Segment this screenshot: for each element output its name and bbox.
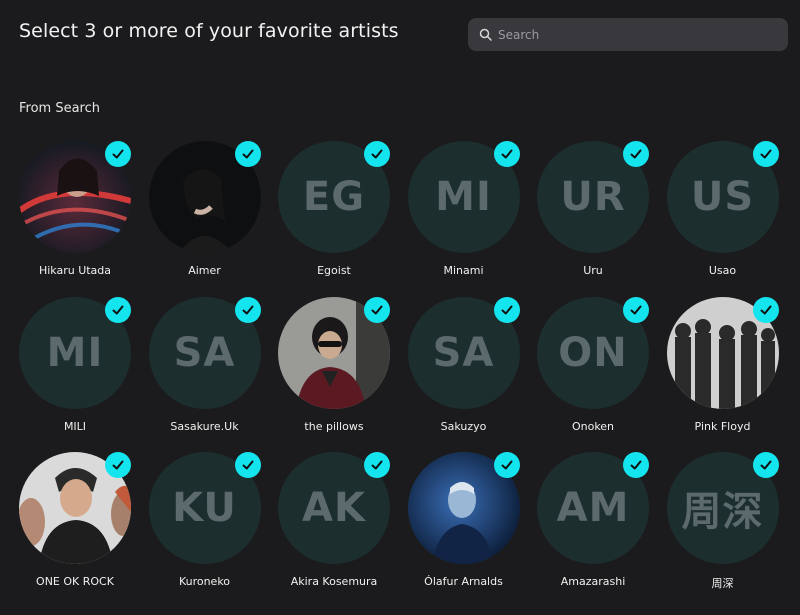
artist-card[interactable]: EG Egoist bbox=[278, 141, 390, 296]
artist-card[interactable]: Aimer bbox=[148, 141, 261, 296]
artist-name: Pink Floyd bbox=[694, 419, 751, 433]
artist-initials: US bbox=[690, 174, 755, 220]
artist-name: 周深 bbox=[711, 577, 734, 590]
artist-card[interactable]: Hikaru Utada bbox=[19, 141, 131, 296]
artist-initials: ON bbox=[558, 329, 628, 376]
artist-card[interactable]: MI MILI bbox=[19, 296, 131, 452]
artist-initials: SA bbox=[173, 329, 236, 376]
artist-name: Kuroneko bbox=[178, 575, 231, 588]
artist-card[interactable]: Ólafur Arnalds bbox=[407, 452, 520, 607]
artist-card[interactable]: AK Akira Kosemura bbox=[278, 452, 390, 607]
search-input[interactable] bbox=[498, 18, 778, 51]
artist-initials: 周深 bbox=[681, 489, 764, 535]
artist-name: ONE OK ROCK bbox=[36, 575, 114, 588]
artist-card[interactable]: ON Onoken bbox=[537, 296, 649, 452]
artist-initials: UR bbox=[560, 174, 626, 220]
selected-check-icon[interactable] bbox=[752, 296, 779, 323]
artist-card[interactable]: US Usao bbox=[666, 141, 779, 296]
artist-card[interactable]: SA Sakuzyo bbox=[407, 296, 520, 452]
artist-name: Sasakure.Uk bbox=[170, 419, 239, 433]
artist-card[interactable]: MI Minami bbox=[407, 141, 520, 296]
search-bar[interactable] bbox=[468, 18, 788, 51]
page-title: Select 3 or more of your favorite artist… bbox=[19, 20, 399, 42]
artist-initials: MI bbox=[435, 174, 492, 220]
artist-name: MILI bbox=[63, 419, 87, 433]
selected-check-icon[interactable] bbox=[493, 141, 520, 167]
selected-check-icon[interactable] bbox=[234, 141, 261, 167]
artist-card[interactable]: AM Amazarashi bbox=[537, 452, 649, 607]
artist-name: Hikaru Utada bbox=[38, 264, 112, 277]
artist-card[interactable]: 周深 周深 bbox=[666, 452, 779, 607]
artist-initials: SA bbox=[432, 329, 495, 376]
selected-check-icon[interactable] bbox=[105, 452, 131, 478]
artist-name: Onoken bbox=[571, 419, 615, 433]
artist-name: Aimer bbox=[188, 264, 221, 277]
selected-check-icon[interactable] bbox=[493, 296, 520, 323]
artist-name: Sakuzyo bbox=[440, 419, 487, 433]
selected-check-icon[interactable] bbox=[623, 452, 649, 478]
selected-check-icon[interactable] bbox=[105, 296, 131, 323]
artist-initials: EG bbox=[302, 174, 366, 220]
selected-check-icon[interactable] bbox=[623, 296, 649, 323]
artist-initials: KU bbox=[172, 485, 237, 531]
artist-initials: AM bbox=[556, 485, 630, 531]
selected-check-icon[interactable] bbox=[623, 141, 649, 167]
selected-check-icon[interactable] bbox=[752, 141, 779, 167]
artist-grid: Hikaru Utada Aimer EG Egoist MI Minami UR Uru U… bbox=[19, 141, 779, 608]
artist-name: Minami bbox=[443, 264, 484, 277]
artist-card[interactable]: Pink Floyd bbox=[666, 296, 779, 452]
selected-check-icon[interactable] bbox=[364, 296, 390, 323]
artist-card[interactable]: UR Uru bbox=[537, 141, 649, 296]
artist-initials: AK bbox=[302, 485, 366, 531]
artist-card[interactable]: KU Kuroneko bbox=[148, 452, 261, 607]
selected-check-icon[interactable] bbox=[364, 452, 390, 478]
artist-name: Ólafur Arnalds bbox=[424, 575, 503, 588]
selected-check-icon[interactable] bbox=[364, 141, 390, 167]
artist-name: the pillows bbox=[304, 419, 364, 433]
artist-name: Usao bbox=[708, 264, 737, 277]
selected-check-icon[interactable] bbox=[105, 141, 131, 167]
artist-name: Amazarashi bbox=[560, 575, 626, 588]
artist-initials: MI bbox=[46, 329, 104, 376]
section-label: From Search bbox=[19, 101, 101, 116]
selected-check-icon[interactable] bbox=[752, 452, 779, 478]
selected-check-icon[interactable] bbox=[234, 452, 261, 478]
artist-name: Akira Kosemura bbox=[290, 575, 378, 588]
selected-check-icon[interactable] bbox=[493, 452, 520, 478]
artist-name: Egoist bbox=[317, 264, 351, 277]
artist-name: Uru bbox=[583, 264, 603, 277]
artist-card[interactable]: the pillows bbox=[278, 296, 390, 452]
search-icon bbox=[479, 28, 492, 41]
selected-check-icon[interactable] bbox=[234, 296, 261, 323]
artist-card[interactable]: SA Sasakure.Uk bbox=[148, 296, 261, 452]
artist-card[interactable]: ONE OK ROCK bbox=[19, 452, 131, 607]
